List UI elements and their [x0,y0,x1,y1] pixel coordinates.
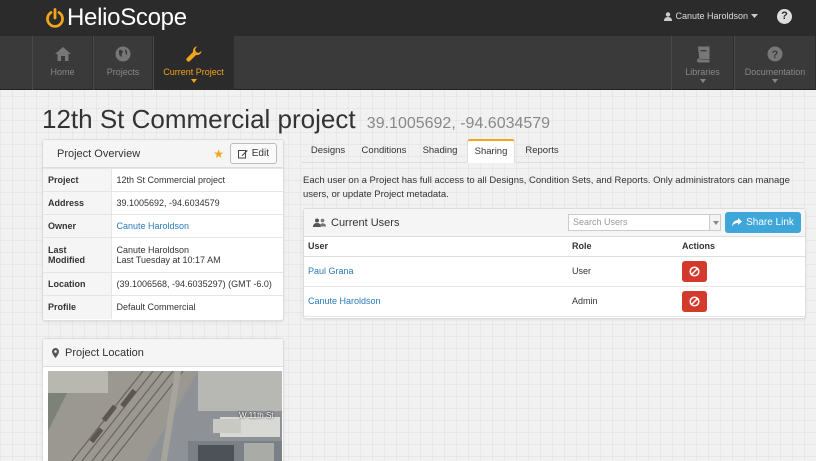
table-row: Location (39.1006568, -94.6035297) (GMT -… [43,272,283,296]
row-key: Address [43,191,112,215]
remove-user-button[interactable] [682,260,707,282]
column-header-user: User [304,237,568,257]
table-row: Canute Haroldson Admin [304,286,805,317]
panel-title: Project Location [65,346,144,359]
project-overview-panel: Project Overview ★ Edit Project 12th St C… [42,139,284,321]
globe-icon [115,46,131,62]
search-users-select[interactable]: Search Users [568,214,721,231]
user-icon [664,11,673,21]
nav-home[interactable]: Home [32,36,93,90]
caret-down-icon [190,79,197,83]
help-icon[interactable]: ? [777,9,792,24]
search-placeholder: Search Users [573,217,628,227]
brand-name: HelioScope [67,4,187,31]
panel-header: Current Users Search Users Share Link [304,209,805,237]
nav-libraries-label: Libraries [685,67,720,77]
user-role: User [568,256,678,287]
nav-current-project[interactable]: Current Project [153,36,234,90]
nav-projects[interactable]: Projects [93,36,153,90]
nav-projects-label: Projects [106,67,140,77]
row-value: Default Commercial [111,295,283,319]
tab-sharing[interactable]: Sharing [467,139,515,163]
column-header-actions: Actions [678,237,805,257]
satellite-map[interactable]: W 11th St [48,371,282,461]
user-menu[interactable]: Canute Haroldson [664,11,758,21]
panel-header: Project Location [43,339,283,367]
share-icon [732,218,743,227]
overview-table: Project 12th St Commercial project Addres… [43,168,283,319]
table-row: Paul Grana User [304,256,805,287]
remove-user-button[interactable] [682,290,707,312]
share-link-label: Share Link [746,217,794,228]
panel-header: Project Overview ★ Edit [43,140,283,168]
user-link[interactable]: Canute Haroldson [308,296,381,306]
nav-home-label: Home [50,67,75,77]
row-value: Canute Haroldson [116,245,190,255]
user-link[interactable]: Paul Grana [308,266,354,276]
ban-icon [689,265,700,277]
users-icon [313,218,326,227]
edit-label: Edit [251,148,269,159]
row-value: 12th St Commercial project [111,168,283,192]
project-tabs: Designs Conditions Shading Sharing Repor… [302,139,804,163]
project-title: 12th St Commercial project [42,104,356,134]
nav-documentation[interactable]: ? Documentation [734,36,816,90]
home-icon [54,47,71,61]
main-nav: Home Projects Current Project Libraries … [0,36,816,90]
row-key: Location [43,272,112,296]
share-link-button[interactable]: Share Link [725,212,801,233]
tab-shading[interactable]: Shading [416,139,464,163]
sharing-description: Each user on a Project has full access t… [303,175,790,200]
users-table: User Role Actions Paul Grana User Canute… [304,237,805,317]
chevron-down-icon[interactable] [709,215,720,230]
row-key: Profile [43,295,112,319]
edit-icon [237,149,248,158]
nav-documentation-label: Documentation [744,67,806,77]
tab-designs[interactable]: Designs [304,139,352,163]
project-location-panel: Project Location W 11th St [42,338,284,461]
table-row: Profile Default Commercial [43,295,283,319]
current-users-panel: Current Users Search Users Share Link Us… [303,208,806,319]
owner-link[interactable]: Canute Haroldson [117,221,190,231]
table-row: Project 12th St Commercial project [43,168,283,192]
row-key: Last Modified [43,237,112,273]
table-row: Owner Canute Haroldson [43,214,283,238]
edit-button[interactable]: Edit [229,143,277,164]
nav-libraries[interactable]: Libraries [671,36,734,90]
row-value: (39.1006568, -94.6035297) (GMT -6.0) [111,272,283,296]
row-value-secondary: Last Tuesday at 10:17 AM [116,255,221,265]
panel-title: Current Users [331,216,400,229]
row-key: Project [43,168,112,192]
wrench-icon [185,46,201,62]
caret-down-icon [751,14,758,18]
panel-title: Project Overview [57,147,141,160]
column-header-role: Role [568,237,678,257]
map-marker-icon [52,347,59,358]
book-icon [696,46,709,63]
question-icon: ? [767,46,783,62]
user-name: Canute Haroldson [675,11,748,21]
table-row: Address 39.1005692, -94.6034579 [43,191,283,215]
nav-current-project-label: Current Project [163,67,224,77]
project-coordinates: 39.1005692, -94.6034579 [366,115,551,132]
row-value: 39.1005692, -94.6034579 [111,191,283,215]
table-header-row: User Role Actions [304,237,805,257]
helioscope-logo[interactable]: HelioScope [44,2,187,34]
row-key: Owner [43,214,112,238]
power-icon [46,8,64,28]
star-icon[interactable]: ★ [213,148,224,160]
caret-down-icon [772,79,778,83]
table-row: Last Modified Canute Haroldson Last Tuesda… [43,237,283,273]
caret-down-icon [699,79,706,83]
user-role: Admin [568,286,678,317]
svg-text:?: ? [772,49,779,61]
street-label: W 11th St [239,411,274,420]
top-bar: HelioScope Canute Haroldson ? [0,0,816,36]
ban-icon [689,295,700,307]
page-title: 12th St Commercial project 39.1005692, -… [42,104,550,135]
tab-reports[interactable]: Reports [520,139,564,163]
tab-conditions[interactable]: Conditions [357,139,411,163]
